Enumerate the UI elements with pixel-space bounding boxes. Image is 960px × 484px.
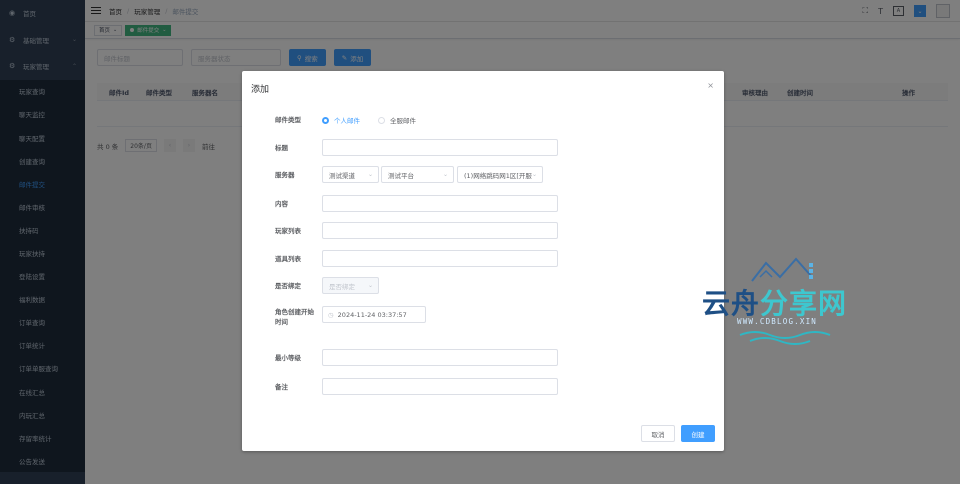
bind-select[interactable]: 是否绑定 ⌄ [322, 277, 379, 294]
select-value: 测试渠道 [329, 171, 355, 180]
add-mail-dialog: 添加 × 邮件类型 个人邮件 全服邮件 标题 服务器 测试渠道 ⌄ 测试平台 ⌄ [242, 71, 724, 451]
field-label: 邮件类型 [275, 116, 301, 124]
field-label: 标题 [275, 144, 288, 152]
chevron-down-icon: ⌄ [367, 282, 373, 289]
cancel-button[interactable]: 取消 [641, 425, 675, 442]
min-level-input[interactable] [322, 349, 558, 366]
channel-select[interactable]: 测试渠道 ⌄ [322, 166, 379, 183]
field-label: 最小等级 [275, 354, 301, 362]
mail-type-radio-group: 个人邮件 全服邮件 [322, 115, 416, 125]
title-input[interactable] [322, 139, 558, 156]
radio-checked-icon [322, 116, 329, 124]
radio-label: 全服邮件 [390, 117, 416, 125]
field-label: 玩家列表 [275, 227, 301, 235]
field-label: 道具列表 [275, 255, 301, 263]
chevron-down-icon: ⌄ [367, 171, 373, 178]
platform-select[interactable]: 测试平台 ⌄ [381, 166, 454, 183]
remark-input[interactable] [322, 378, 558, 395]
server-select[interactable]: (1)网络跳码网1区[开服 ⌄ [457, 166, 543, 183]
radio-unchecked-icon [378, 116, 385, 124]
dialog-title: 添加 [251, 85, 270, 95]
field-label: 备注 [275, 383, 288, 391]
content-input[interactable] [322, 195, 558, 212]
date-value: 2024-11-24 03:37:57 [337, 310, 407, 319]
create-button[interactable]: 创建 [681, 425, 715, 442]
watermark-title: 云舟分享网 [702, 287, 848, 320]
player-list-input[interactable] [322, 222, 558, 239]
watermark-logo: 云舟分享网 WWW.CDBLOG.XIN [700, 255, 870, 345]
select-value: (1)网络跳码网1区[开服 [464, 171, 532, 180]
role-time-date-picker[interactable]: ◷ 2024-11-24 03:37:57 [322, 306, 426, 323]
chevron-down-icon: ⌄ [531, 171, 537, 178]
item-list-input[interactable] [322, 250, 558, 267]
radio-personal-mail[interactable]: 个人邮件 [322, 115, 360, 125]
field-label: 是否绑定 [275, 282, 301, 290]
field-label: 内容 [275, 200, 288, 208]
field-label: 服务器 [275, 171, 295, 179]
chevron-down-icon: ⌄ [442, 171, 448, 178]
field-label: 角色创建开始时间 [275, 308, 314, 327]
select-placeholder: 是否绑定 [329, 282, 355, 291]
close-icon[interactable]: × [707, 81, 714, 90]
radio-server-mail[interactable]: 全服邮件 [378, 115, 416, 125]
clock-icon: ◷ [328, 310, 334, 319]
select-value: 测试平台 [388, 171, 414, 180]
radio-label: 个人邮件 [334, 117, 360, 125]
watermark-url: WWW.CDBLOG.XIN [737, 317, 818, 326]
watermark-text: 云舟分享网 [702, 282, 847, 322]
